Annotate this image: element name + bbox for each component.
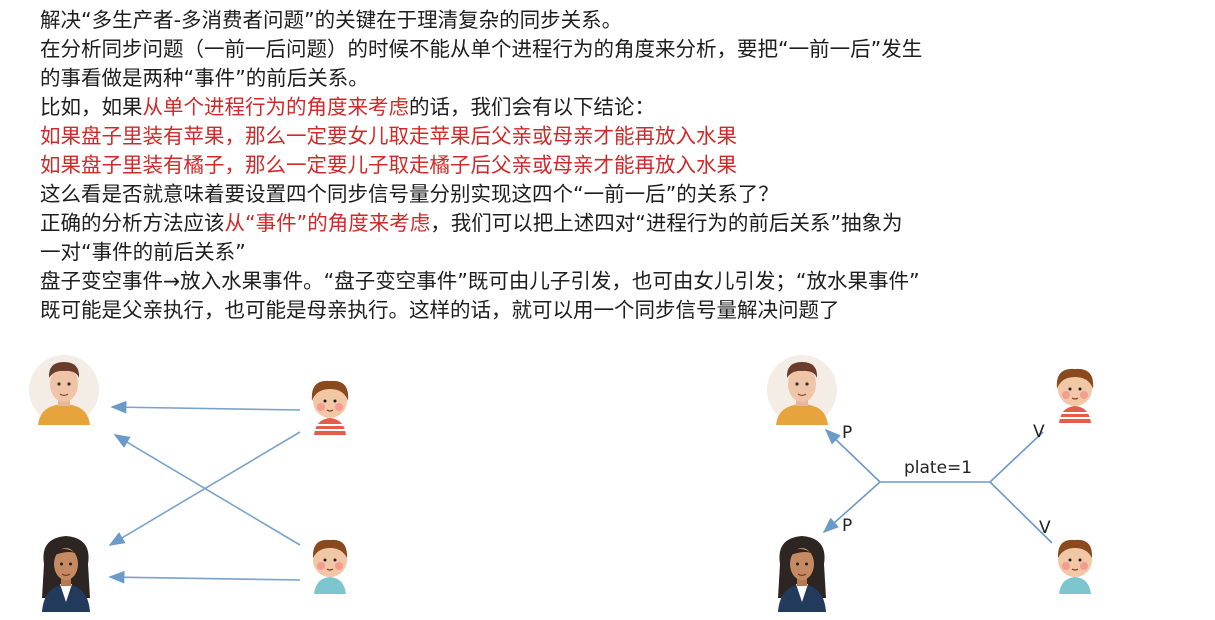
father-avatar-icon bbox=[766, 354, 838, 426]
son-avatar-icon bbox=[312, 539, 348, 595]
label-v-top: V bbox=[1033, 422, 1045, 442]
arrow-son-to-mother bbox=[108, 570, 301, 584]
arrow-daughter-to-father bbox=[110, 400, 301, 414]
label-p-top: P bbox=[842, 423, 852, 443]
daughter-avatar-icon bbox=[1055, 367, 1095, 424]
mother-avatar-icon bbox=[41, 535, 91, 613]
label-p-bottom: P bbox=[842, 516, 852, 536]
arrow-to-father bbox=[824, 428, 881, 483]
daughter-avatar-icon bbox=[310, 379, 350, 436]
sync-diagram: plate=1 P P V V bbox=[28, 354, 1095, 613]
arrow-son-to-father bbox=[113, 434, 301, 546]
plate-label: plate=1 bbox=[904, 458, 972, 478]
label-v-bottom: V bbox=[1039, 518, 1051, 538]
mother-avatar-icon bbox=[777, 535, 827, 613]
father-avatar-icon bbox=[28, 354, 100, 426]
son-avatar-icon bbox=[1057, 539, 1093, 595]
